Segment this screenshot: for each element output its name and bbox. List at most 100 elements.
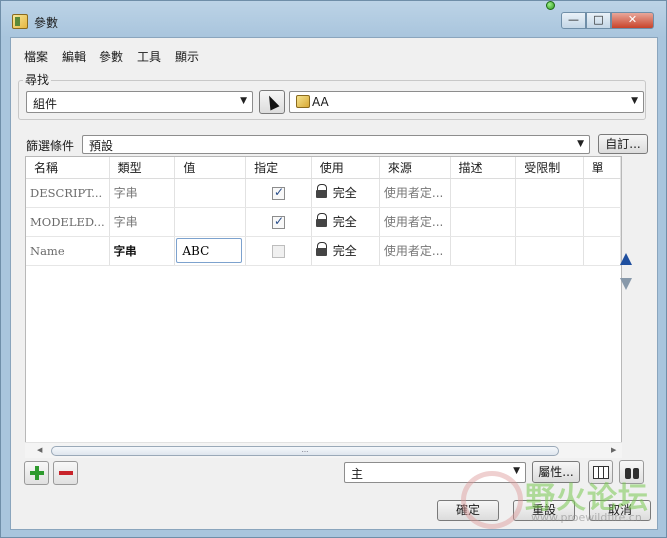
col-header-access[interactable]: 使用: [311, 157, 380, 179]
row-access-cell[interactable]: 完全: [311, 236, 380, 266]
scope-select[interactable]: 組件 ▼: [26, 91, 253, 113]
table-row[interactable]: DESCRIPT... 字串 完全 使用者定...: [26, 178, 621, 208]
binoculars-icon: [625, 465, 640, 480]
table-row[interactable]: MODELED... 字串 完全 使用者定...: [26, 207, 621, 237]
row-value-cell[interactable]: [174, 236, 247, 266]
scope-select-value: 組件: [33, 97, 58, 111]
access-lock-icon: [315, 213, 332, 229]
pointer-cursor-icon: [264, 93, 280, 111]
parameters-grid: 名稱 類型 值 指定 使用 來源 描述 受限制 單 DESCRIPT... 字串: [26, 157, 621, 266]
parameters-table: 名稱 類型 值 指定 使用 來源 描述 受限制 單 DESCRIPT... 字串: [25, 156, 622, 457]
row-name-cell[interactable]: DESCRIPT...: [26, 178, 110, 208]
menu-file[interactable]: 檔案: [24, 48, 48, 65]
menu-tools[interactable]: 工具: [137, 48, 161, 65]
row-description-cell[interactable]: [450, 236, 517, 266]
find-button[interactable]: [619, 460, 644, 484]
row-source-cell: 使用者定...: [379, 207, 451, 237]
table-row[interactable]: Name 字串 完全 使用者定...: [26, 236, 621, 266]
row-source-cell: 使用者定...: [379, 236, 451, 266]
horizontal-scrollbar[interactable]: ◀ ... ▶: [25, 442, 622, 458]
row-description-cell[interactable]: [450, 207, 517, 237]
designate-checkbox[interactable]: [271, 214, 285, 229]
access-label: 完全: [332, 186, 357, 200]
col-header-restricted[interactable]: 受限制: [515, 157, 584, 179]
search-group-label: 尋找: [23, 71, 52, 88]
row-unit-cell: [583, 236, 621, 266]
row-type-cell[interactable]: 字串: [109, 236, 176, 266]
move-up-arrow-icon[interactable]: [620, 253, 632, 265]
row-restricted-cell: [515, 207, 584, 237]
col-header-source[interactable]: 來源: [379, 157, 451, 179]
row-name-cell[interactable]: MODELED...: [26, 207, 110, 237]
chevron-down-icon: ▼: [513, 466, 520, 476]
menu-view[interactable]: 顯示: [175, 48, 199, 65]
close-button[interactable]: ✕: [611, 12, 654, 29]
maximize-button[interactable]: □: [586, 12, 611, 29]
col-header-name[interactable]: 名稱: [26, 157, 110, 179]
minimize-button[interactable]: —: [561, 12, 586, 29]
row-access-cell[interactable]: 完全: [311, 207, 380, 237]
plus-icon: [30, 466, 44, 480]
chevron-down-icon: ▼: [631, 96, 638, 106]
scroll-left-icon[interactable]: ◀: [37, 446, 42, 454]
object-select-value: AA: [296, 95, 329, 109]
row-type-cell: 字串: [109, 178, 176, 208]
row-designate-cell: [245, 207, 312, 237]
window-title: 參數: [34, 16, 59, 30]
table-view-button[interactable]: [588, 460, 613, 484]
object-select[interactable]: AA ▼: [289, 91, 644, 113]
row-designate-cell: [245, 178, 312, 208]
col-header-type[interactable]: 類型: [109, 157, 176, 179]
access-label: 完全: [332, 244, 357, 258]
designate-checkbox[interactable]: [271, 185, 285, 200]
reset-button[interactable]: 重設: [513, 500, 575, 521]
row-type-cell: 字串: [109, 207, 176, 237]
minus-icon: [59, 471, 73, 475]
object-name: AA: [312, 95, 329, 109]
col-header-value[interactable]: 值: [174, 157, 247, 179]
row-access-cell[interactable]: 完全: [311, 178, 380, 208]
col-header-description[interactable]: 描述: [450, 157, 517, 179]
access-lock-icon: [315, 184, 332, 200]
menu-bar: 檔案 編輯 參數 工具 顯示: [11, 38, 657, 68]
filter-select[interactable]: 預設 ▼: [82, 135, 590, 154]
col-header-designate[interactable]: 指定: [245, 157, 312, 179]
parameters-app-icon: [12, 14, 28, 29]
title-bar[interactable]: 參數 — □ ✕: [1, 1, 666, 35]
col-header-unit[interactable]: 單: [583, 157, 621, 179]
row-source-cell: 使用者定...: [379, 178, 451, 208]
table-icon: [593, 466, 609, 479]
parameters-window: 參數 — □ ✕ 檔案 編輯 參數 工具 顯示 尋找 組件 ▼ AA ▼ 篩選條…: [0, 0, 667, 538]
designate-checkbox[interactable]: [271, 244, 285, 258]
assembly-icon: [296, 95, 310, 108]
remove-parameter-button[interactable]: [53, 461, 78, 485]
main-select-value: 主: [351, 467, 364, 481]
value-input[interactable]: [176, 238, 243, 263]
menu-parameters[interactable]: 參數: [99, 48, 123, 65]
customize-button[interactable]: 自訂...: [598, 134, 648, 154]
add-parameter-button[interactable]: [24, 461, 49, 485]
row-value-cell[interactable]: [174, 207, 247, 237]
move-down-arrow-icon[interactable]: [620, 278, 632, 290]
row-designate-cell: [245, 236, 312, 266]
access-label: 完全: [332, 215, 357, 229]
ok-button[interactable]: 確定: [437, 500, 499, 521]
select-object-button[interactable]: [259, 90, 285, 114]
access-lock-icon: [315, 242, 332, 258]
filter-label: 篩選條件: [26, 139, 75, 153]
cancel-button[interactable]: 取消: [589, 500, 651, 521]
scrollbar-thumb[interactable]: ...: [51, 446, 559, 456]
row-restricted-cell: [515, 236, 584, 266]
scroll-right-icon[interactable]: ▶: [611, 446, 616, 454]
properties-button[interactable]: 屬性...: [532, 461, 580, 483]
row-unit-cell: [583, 178, 621, 208]
row-name-cell[interactable]: Name: [26, 236, 110, 266]
row-description-cell[interactable]: [450, 178, 517, 208]
main-select[interactable]: 主 ▼: [344, 462, 526, 483]
menu-edit[interactable]: 編輯: [62, 48, 86, 65]
row-restricted-cell: [515, 178, 584, 208]
row-value-cell[interactable]: [174, 178, 247, 208]
chevron-down-icon: ▼: [240, 96, 247, 106]
row-unit-cell: [583, 207, 621, 237]
filter-select-value: 預設: [89, 139, 114, 153]
